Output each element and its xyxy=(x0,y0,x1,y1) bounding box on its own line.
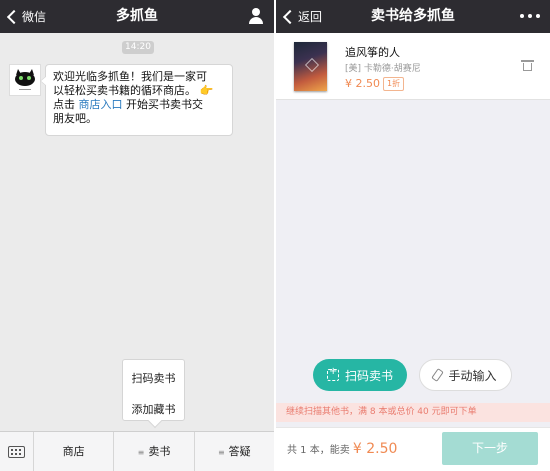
submenu-lines-icon: ≡ xyxy=(217,448,225,457)
scan-icon xyxy=(326,366,339,381)
sell-summary: 共 1 本，能卖 ¥ 2.50 xyxy=(287,428,397,471)
back-label: 微信 xyxy=(22,10,47,24)
sell-panel: 返回 卖书给多抓鱼 追风筝的人 [美] 卡勒德·胡赛尼 ¥ 2.50 1折 扫码… xyxy=(276,0,550,471)
timestamp: 14:20 xyxy=(122,41,154,54)
manual-input-label: 手动输入 xyxy=(448,368,497,383)
chat-header: 微信 多抓鱼 xyxy=(0,0,274,33)
message-line-4: 朋友吧。 xyxy=(53,112,97,125)
message-line-3-prefix: 点击 xyxy=(53,98,75,111)
next-step-button[interactable]: 下一步 xyxy=(442,432,538,465)
message-line-1: 欢迎光临多抓鱼！我们是一家可 xyxy=(53,70,207,83)
menu-sell[interactable]: ≡ 卖书 xyxy=(114,432,195,471)
menu-store[interactable]: 商店 xyxy=(34,432,115,471)
keyboard-icon xyxy=(8,445,25,458)
book-title: 追风筝的人 xyxy=(345,46,400,59)
menu-faq[interactable]: ≡ 答疑 xyxy=(195,432,274,471)
chat-title: 多抓鱼 xyxy=(116,8,158,24)
eraser-icon xyxy=(431,368,445,382)
back-label: 返回 xyxy=(298,10,323,24)
store-entrance-link[interactable]: 商店入口 xyxy=(79,98,123,111)
back-button[interactable]: 返回 xyxy=(282,0,322,33)
message-line-3-suffix: 开始买书卖书交 xyxy=(126,98,203,111)
message-line-2: 以轻松买卖书籍的循环商店。 xyxy=(53,84,196,97)
book-price: ¥ 2.50 xyxy=(345,77,380,90)
menu-store-label: 商店 xyxy=(62,445,85,458)
order-notice: 继续扫描其他书，满 8 本或总价 40 元即可下单 xyxy=(276,403,550,422)
chat-panel: 微信 多抓鱼 14:20 欢迎光临多抓鱼！我们是一家可 以轻松买卖书籍的循环商店… xyxy=(0,0,274,471)
more-icon[interactable] xyxy=(520,14,540,18)
chevron-left-icon xyxy=(282,9,298,24)
book-author: [美] 卡勒德·胡赛尼 xyxy=(345,64,421,74)
chevron-left-icon xyxy=(6,9,22,24)
sell-header: 返回 卖书给多抓鱼 xyxy=(276,0,550,33)
pointing-hand-icon: 👉 xyxy=(199,84,214,97)
submenu-popup: 扫码卖书 添加藏书 xyxy=(122,359,185,421)
manual-input-button[interactable]: 手动输入 xyxy=(419,359,512,391)
menu-faq-label: 答疑 xyxy=(228,445,251,458)
checkout-bar: 共 1 本，能卖 ¥ 2.50 下一步 xyxy=(276,427,550,471)
scan-sell-button[interactable]: 扫码卖书 xyxy=(313,359,407,391)
back-button[interactable]: 微信 xyxy=(6,0,46,33)
submenu-lines-icon: ≡ xyxy=(137,448,145,457)
keyboard-toggle[interactable] xyxy=(0,432,34,471)
menu-sell-label: 卖书 xyxy=(148,445,171,458)
sell-title: 卖书给多抓鱼 xyxy=(371,8,455,24)
avatar[interactable] xyxy=(9,64,41,96)
message-bubble: 欢迎光临多抓鱼！我们是一家可 以轻松买卖书籍的循环商店。 👉 点击 商店入口 开… xyxy=(40,64,233,136)
submenu-add-collection[interactable]: 添加藏书 xyxy=(123,401,184,417)
discount-badge: 1折 xyxy=(383,77,405,91)
book-item[interactable]: 追风筝的人 [美] 卡勒德·胡赛尼 ¥ 2.50 1折 xyxy=(276,33,550,100)
submenu-scan-sell[interactable]: 扫码卖书 xyxy=(123,370,184,386)
book-cover xyxy=(294,42,327,91)
person-icon[interactable] xyxy=(248,8,264,24)
summary-amount: ¥ 2.50 xyxy=(352,441,398,457)
trash-icon[interactable] xyxy=(521,60,534,71)
chat-menu-bar: 商店 ≡ 卖书 ≡ 答疑 xyxy=(0,431,274,471)
summary-count: 共 1 本，能卖 xyxy=(287,445,350,456)
scan-sell-label: 扫码卖书 xyxy=(344,368,393,383)
cat-logo-icon xyxy=(15,69,35,90)
